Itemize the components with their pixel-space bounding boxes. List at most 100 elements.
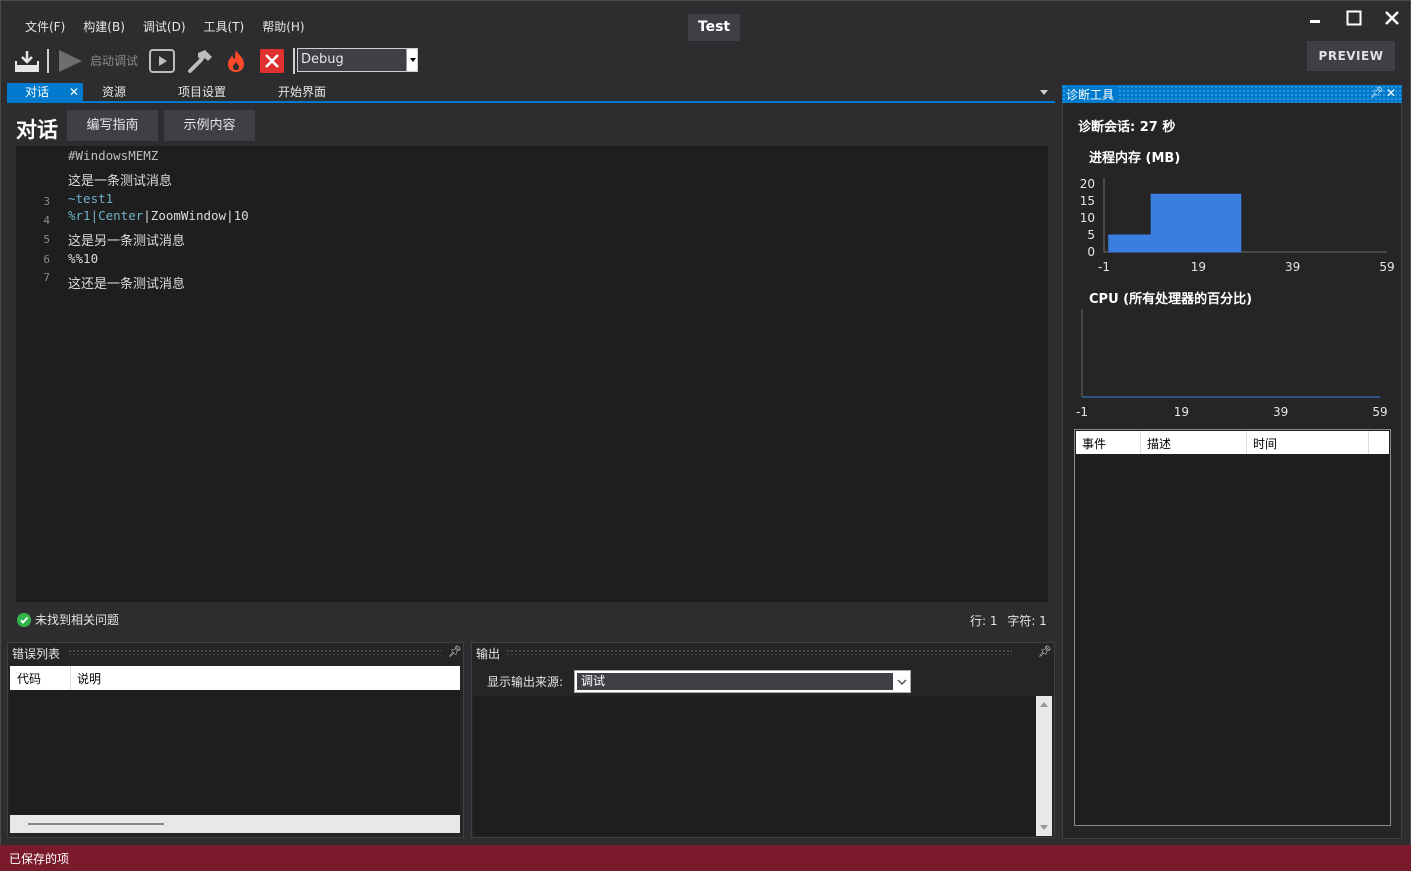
series-area [1108,193,1242,253]
events-list [1074,429,1391,826]
x-tick-label: -1 [1076,405,1088,417]
char-indicator: 字符: 1 [1007,614,1047,628]
horizontal-scrollbar[interactable] [10,815,460,833]
stop-button[interactable] [258,46,286,76]
save-button[interactable] [12,46,42,76]
column-separator [1246,431,1247,454]
output-source-select[interactable]: 调试 [574,670,911,693]
hammer-icon [188,50,212,73]
menu-file[interactable]: 文件(F) [16,14,74,38]
column-header-event[interactable]: 事件 [1082,435,1106,452]
start-debug-button[interactable] [54,46,86,76]
configuration-select[interactable]: Debug [297,48,418,72]
error-list-header: 代码 说明 [10,666,460,690]
run-without-debug-button[interactable] [147,46,177,76]
pin-icon[interactable]: 📌︎ [1038,645,1052,658]
start-debug-label: 启动调试 [90,54,139,68]
output-text-area[interactable] [474,696,1036,836]
y-tick-label: 20 [1080,177,1095,191]
row-indicator: 行: 1 [970,614,998,628]
toolbar-separator [293,48,295,74]
tab-overflow-chevron-icon[interactable] [1040,90,1048,95]
configuration-value: Debug [301,52,344,67]
flame-icon [228,50,244,72]
menu-build[interactable]: 构建(B) [74,14,134,38]
hot-reload-button[interactable] [222,46,250,76]
y-tick-label: 0 [1087,245,1095,259]
menu-debug[interactable]: 调试(D) [134,14,195,38]
scroll-down-icon[interactable] [1039,824,1049,832]
close-icon[interactable]: ✕ [69,83,79,101]
diagnostics-title: 诊断工具 [1066,86,1118,103]
column-separator [1140,431,1141,454]
tab-resources[interactable]: 资源 [102,83,126,101]
code-token: %r1 [68,208,91,223]
column-header-description[interactable]: 说明 [77,670,101,687]
code-line-7: 这还是一条测试消息 [68,277,186,292]
y-tick-label: 5 [1087,228,1095,242]
chevron-down-icon [897,679,907,686]
tab-dialog-label: 对话 [25,85,50,99]
error-list-title: 错误列表 [12,647,61,661]
writing-guide-button[interactable]: 编写指南 [67,110,158,141]
scrollbar-thumb[interactable] [28,823,164,825]
close-window-button[interactable] [1373,4,1411,32]
code-token: 10 [233,208,249,223]
document-tabstrip [7,83,1055,103]
column-separator [1368,431,1369,454]
play-box-icon [149,49,175,73]
maximize-button[interactable] [1335,4,1373,32]
code-token: | [143,208,151,223]
maximize-icon [1346,10,1362,26]
close-icon[interactable]: ✕ [1386,86,1396,100]
line-number: 3 [43,195,50,208]
memory-chart-title: 进程内存 (MB) [1089,151,1181,166]
cursor-position: 行: 1 字符: 1 [970,612,1047,629]
close-icon [1385,11,1399,25]
x-tick-label: 59 [1372,405,1387,417]
vertical-scrollbar[interactable] [1036,696,1052,836]
output-title: 输出 [476,647,501,661]
x-tick-label: 19 [1191,260,1206,274]
minimize-icon [1310,20,1320,23]
column-header-time[interactable]: 时间 [1253,435,1277,452]
document-title: 对话 [16,118,58,142]
code-line-5: 这是另一条测试消息 [68,234,186,249]
tab-start-page[interactable]: 开始界面 [278,83,326,101]
preview-button[interactable]: PREVIEW [1307,41,1395,71]
panel-grip [506,649,1012,655]
build-button[interactable] [185,46,215,76]
problems-status: 未找到相关问题 [17,611,119,628]
cpu-chart: -1 19 39 59 [1076,309,1388,417]
line-number: 5 [43,233,50,246]
stop-x-icon [260,49,284,73]
save-tray-icon [15,51,39,72]
toolbar-separator [47,49,49,73]
menu-help[interactable]: 帮助(H) [253,14,313,38]
status-bar [0,845,1411,871]
column-header-code[interactable]: 代码 [17,670,41,687]
pin-icon[interactable]: 📌︎ [1370,86,1384,99]
sample-content-button[interactable]: 示例内容 [164,110,255,141]
error-list-body [10,690,460,815]
app-title: Test [688,14,740,41]
play-icon [59,50,82,72]
events-list-header: 事件 描述 时间 [1076,431,1389,454]
column-header-description[interactable]: 描述 [1147,435,1171,452]
minimize-button[interactable] [1296,4,1334,32]
menu-bar: 文件(F) 构建(B) 调试(D) 工具(T) 帮助(H) [16,14,314,38]
x-tick-label: -1 [1098,260,1110,274]
line-number: 6 [43,253,50,266]
x-tick-label: 59 [1379,260,1394,274]
diagnostics-session: 诊断会话: 27 秒 [1078,120,1176,135]
menu-tools[interactable]: 工具(T) [195,14,254,38]
output-source-value: 调试 [577,673,893,690]
column-separator [70,666,71,690]
pin-icon[interactable]: 📌︎ [448,645,462,658]
scroll-up-icon[interactable] [1039,700,1049,708]
problems-status-text: 未找到相关问题 [35,613,120,627]
memory-chart: -1 19 39 59 20 15 10 5 0 [1080,177,1395,274]
code-token: | [226,208,234,223]
tab-project-settings[interactable]: 项目设置 [178,83,226,101]
tab-dialog[interactable]: 对话 ✕ [7,83,83,101]
